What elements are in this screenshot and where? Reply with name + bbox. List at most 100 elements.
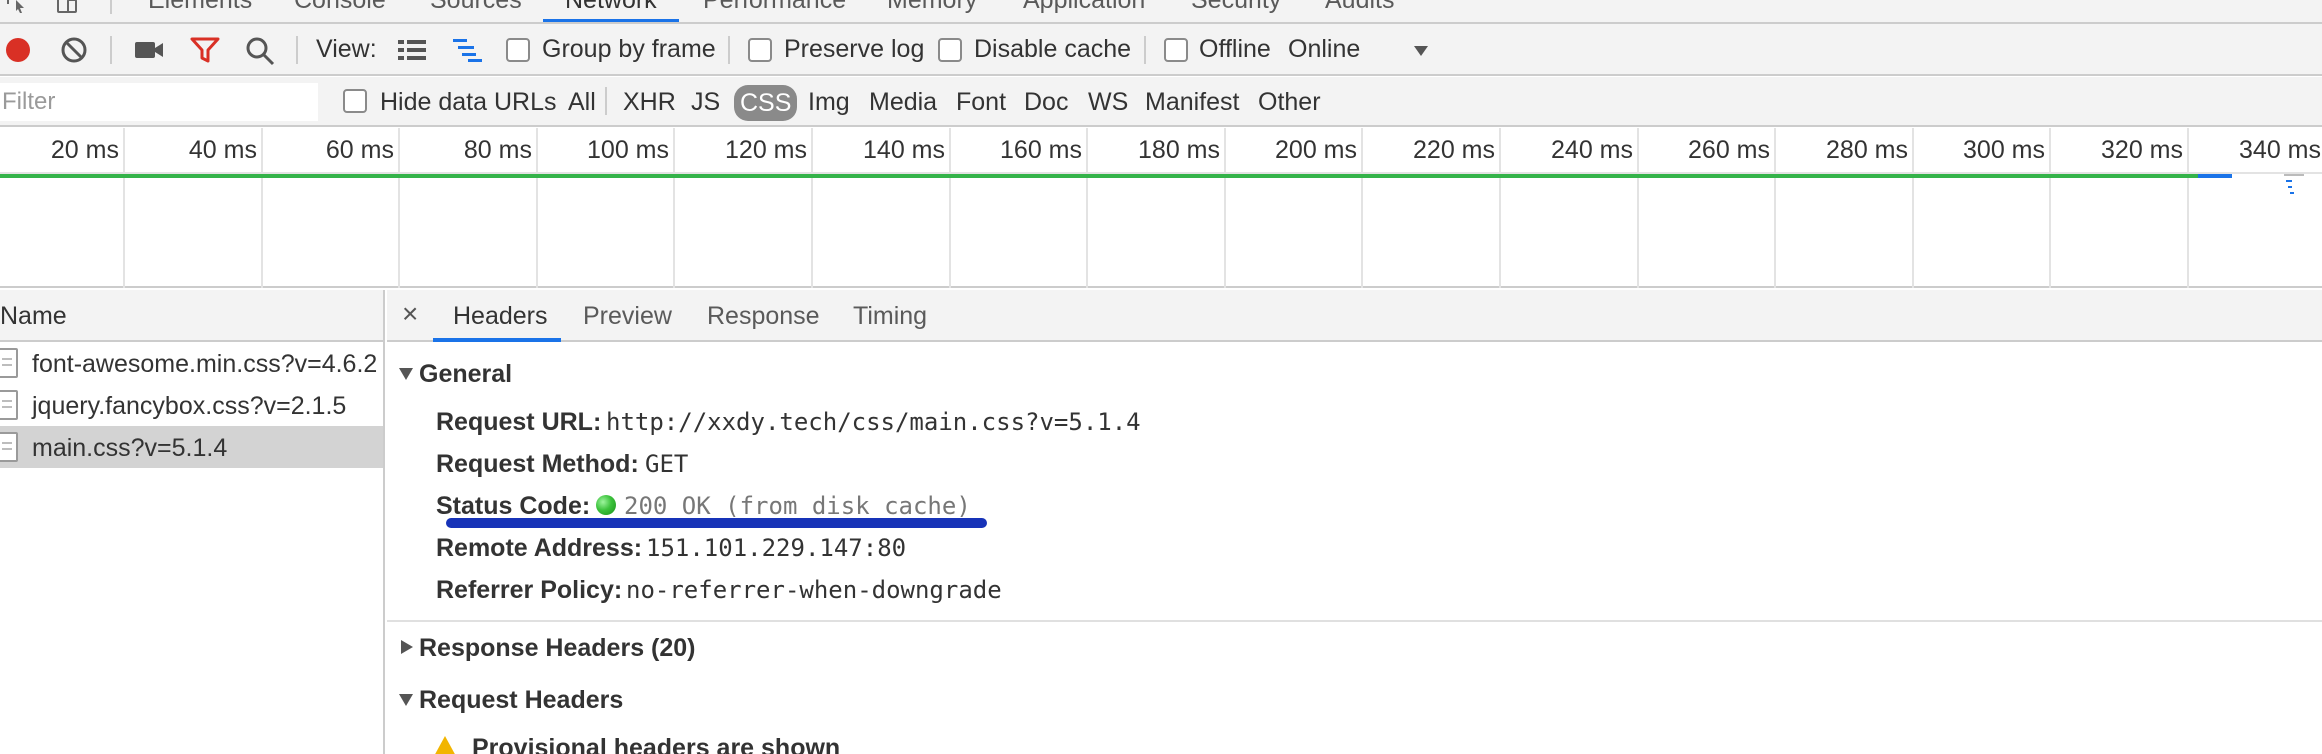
tab-network[interactable]: Network <box>565 0 657 15</box>
toolbar-divider <box>728 36 730 64</box>
overview-tick-label: 140 ms <box>863 136 945 164</box>
overview-tick-label: 280 ms <box>1826 136 1908 164</box>
filter-icon[interactable] <box>190 36 220 64</box>
group-by-frame-label: Group by frame <box>542 35 716 63</box>
request-name: font-awesome.min.css?v=4.6.2 <box>32 350 378 378</box>
filter-input[interactable] <box>0 83 318 121</box>
overview-tick-label: 40 ms <box>188 136 257 164</box>
overview-gridline <box>811 128 813 288</box>
type-filter-img[interactable]: Img <box>808 88 850 116</box>
inspect-element-icon[interactable] <box>6 0 28 14</box>
tab-memory[interactable]: Memory <box>887 0 977 15</box>
disable-cache-label: Disable cache <box>974 35 1132 63</box>
waterfall-overview-icon[interactable] <box>452 37 484 63</box>
request-row[interactable]: jquery.fancybox.css?v=2.1.5 <box>0 384 383 426</box>
overview-gridline <box>1637 128 1639 288</box>
overview-gridline <box>261 128 263 288</box>
tab-performance[interactable]: Performance <box>703 0 846 15</box>
type-filter-media[interactable]: Media <box>869 88 937 116</box>
overview-gridline <box>2049 128 2051 288</box>
devtools-tab-bar: Elements Console Sources Network Perform… <box>0 0 2322 24</box>
tab-audits[interactable]: Audits <box>1325 0 1394 15</box>
details-tab-bar: × Headers Preview Response Timing <box>387 290 2322 342</box>
disable-cache-checkbox[interactable] <box>938 38 962 62</box>
request-url-value: http://xxdy.tech/css/main.css?v=5.1.4 <box>606 408 1141 436</box>
type-filter-doc[interactable]: Doc <box>1024 88 1068 116</box>
device-toolbar-icon[interactable] <box>56 0 78 14</box>
warning-icon <box>433 736 457 754</box>
overview-tick-label: 300 ms <box>1963 136 2045 164</box>
type-filter-ws[interactable]: WS <box>1088 88 1128 116</box>
tab-console[interactable]: Console <box>294 0 386 15</box>
type-filter-xhr[interactable]: XHR <box>623 88 676 116</box>
overview-gridline <box>1086 128 1088 288</box>
expand-triangle-icon[interactable] <box>399 694 413 706</box>
overview-tick-label: 200 ms <box>1275 136 1357 164</box>
overview-download-bar <box>2198 174 2232 178</box>
expand-triangle-icon[interactable] <box>399 368 413 380</box>
type-filter-other[interactable]: Other <box>1258 88 1321 116</box>
remote-address-value: 151.101.229.147:80 <box>646 534 907 562</box>
request-headers-section-title[interactable]: Request Headers <box>419 686 623 715</box>
request-list-panel: Name font-awesome.min.css?v=4.6.2 jquery… <box>0 290 385 754</box>
overview-tick-label: 260 ms <box>1688 136 1770 164</box>
overview-gridline <box>1774 128 1776 288</box>
overview-tick-label: 80 ms <box>463 136 532 164</box>
large-rows-icon[interactable] <box>397 37 427 63</box>
document-icon <box>0 432 18 462</box>
overview-gridline <box>1361 128 1363 288</box>
tab-response[interactable]: Response <box>707 302 820 331</box>
record-icon[interactable] <box>4 36 32 64</box>
offline-label: Offline <box>1199 35 1271 63</box>
collapsed-triangle-icon[interactable] <box>401 640 413 654</box>
referrer-policy-value: no-referrer-when-downgrade <box>626 576 1002 604</box>
offline-checkbox[interactable] <box>1164 38 1188 62</box>
overview-gridline <box>398 128 400 288</box>
close-details-button[interactable]: × <box>402 298 418 330</box>
hide-data-urls-checkbox[interactable] <box>343 89 367 113</box>
overview-tick-label: 60 ms <box>325 136 394 164</box>
clear-icon[interactable] <box>60 36 88 64</box>
status-code-value: 200 OK (from disk cache) <box>624 492 971 520</box>
screenshot-camera-icon[interactable] <box>134 38 164 62</box>
remote-address-key: Remote Address: <box>436 534 643 562</box>
type-filter-js[interactable]: JS <box>691 88 720 116</box>
request-row[interactable]: font-awesome.min.css?v=4.6.2 <box>0 342 383 384</box>
preserve-log-checkbox[interactable] <box>748 38 772 62</box>
general-section-title[interactable]: General <box>419 360 512 389</box>
hide-data-urls-label: Hide data URLs <box>380 88 557 116</box>
timeline-overview[interactable]: 20 ms 40 ms 60 ms 80 ms 100 ms 120 ms 140 ms 16… <box>0 128 2322 288</box>
chevron-down-icon[interactable] <box>1412 44 1430 58</box>
overview-tick-label: 100 ms <box>587 136 669 164</box>
tab-headers[interactable]: Headers <box>453 302 548 331</box>
throttling-select[interactable]: Online <box>1288 35 1360 64</box>
response-headers-section-title[interactable]: Response Headers (20) <box>419 634 696 663</box>
group-by-frame-checkbox[interactable] <box>506 38 530 62</box>
referrer-policy-key: Referrer Policy: <box>436 576 623 604</box>
filter-bar: Hide data URLs All XHR JS CSS Img Media … <box>0 77 2322 127</box>
type-filter-font[interactable]: Font <box>956 88 1006 116</box>
request-row-selected[interactable]: main.css?v=5.1.4 <box>0 426 383 468</box>
network-toolbar: View: Group by frame Preserve log Disabl… <box>0 24 2322 76</box>
overview-gridline <box>673 128 675 288</box>
type-filter-manifest[interactable]: Manifest <box>1145 88 1239 116</box>
overview-tick-label: 20 ms <box>50 136 119 164</box>
type-filter-all[interactable]: All <box>568 88 596 116</box>
name-column-label: Name <box>0 302 67 330</box>
overview-gridline <box>1912 128 1914 288</box>
tab-preview[interactable]: Preview <box>583 302 672 331</box>
search-icon[interactable] <box>245 36 275 66</box>
tab-timing[interactable]: Timing <box>853 302 927 331</box>
overview-gridline <box>2187 128 2189 288</box>
request-method-key: Request Method: <box>436 450 639 478</box>
active-details-tab-indicator <box>433 338 561 342</box>
tab-elements[interactable]: Elements <box>148 0 252 15</box>
overview-gridline <box>949 128 951 288</box>
overview-tick-label: 240 ms <box>1551 136 1633 164</box>
name-column-header[interactable]: Name <box>0 290 383 342</box>
request-url-key: Request URL: <box>436 408 602 436</box>
tab-security[interactable]: Security <box>1191 0 1281 15</box>
tab-sources[interactable]: Sources <box>430 0 522 15</box>
type-filter-css[interactable]: CSS <box>734 85 798 121</box>
tab-application[interactable]: Application <box>1023 0 1145 15</box>
